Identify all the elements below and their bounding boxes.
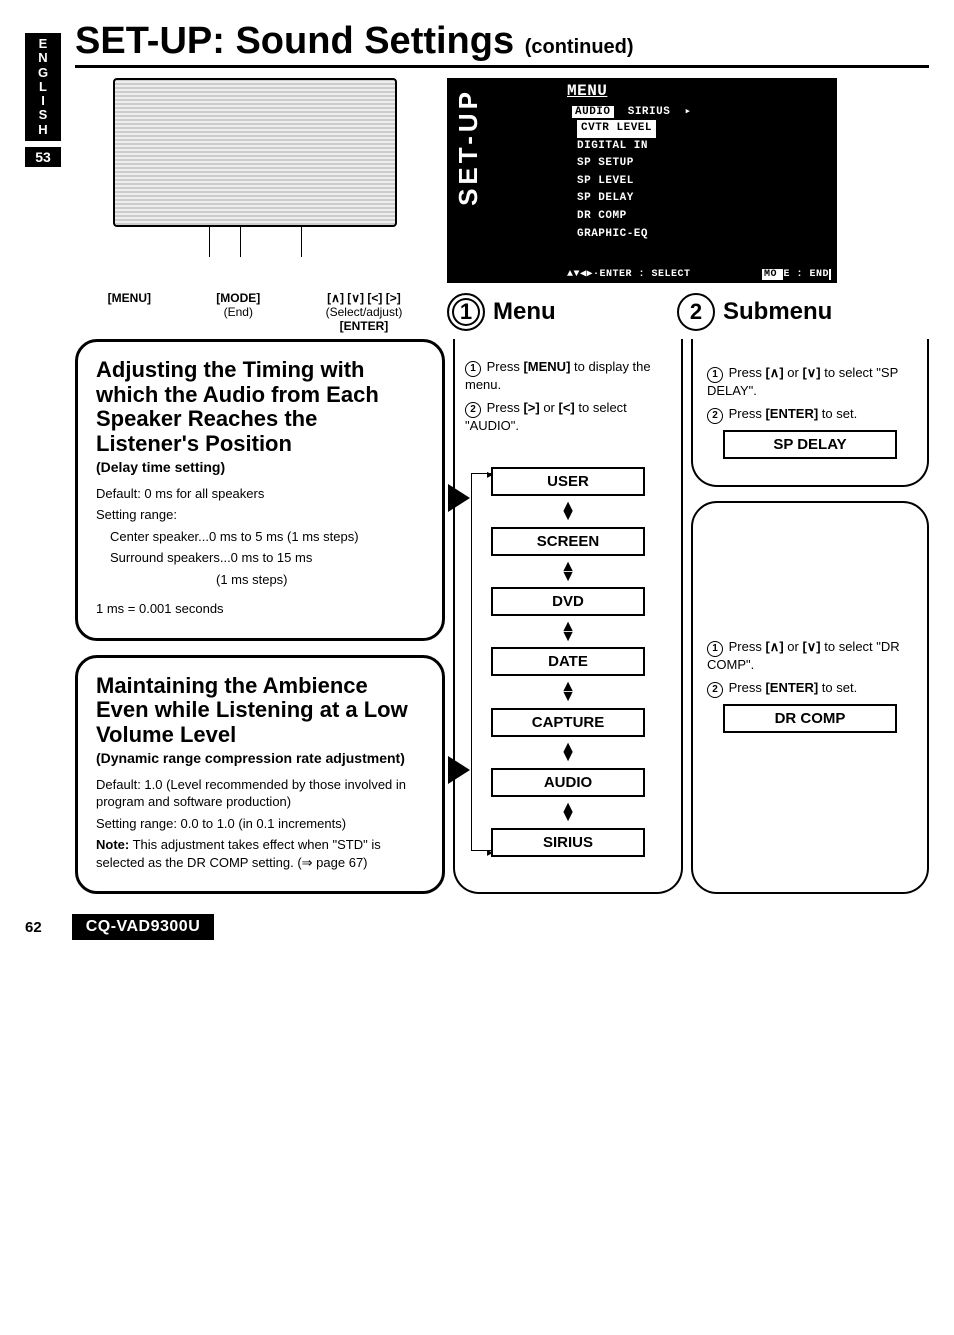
info-text: Setting range: (96, 506, 424, 524)
menu-option: AUDIO (491, 768, 645, 797)
updown-arrow-icon: ▲▼ (465, 622, 671, 641)
step-number-2-icon: 2 (677, 293, 715, 331)
onscreen-menu: SET-UP MENU AUDIO SIRIUS ▸ CVTR LEVEL DI… (447, 78, 837, 283)
step-text: 2 Press [>] or [<] to select "AUDIO". (465, 400, 671, 435)
step-number-1-icon: 1 (447, 293, 485, 331)
info-text: Center speaker...0 ms to 5 ms (1 ms step… (96, 528, 424, 546)
screen-menu-list: CVTR LEVEL DIGITAL IN SP SETUP SP LEVEL … (577, 120, 656, 243)
info-text: Setting range: 0.0 to 1.0 (in 0.1 increm… (96, 815, 424, 833)
step-text: 2 Press [ENTER] to set. (707, 406, 913, 424)
submenu-option-drcomp: DR COMP (723, 704, 897, 733)
screen-tabs: AUDIO SIRIUS ▸ (572, 104, 692, 118)
info-title-drcomp: Maintaining the Ambience Even while List… (96, 674, 424, 748)
step-text: 1 Press [∧] or [∨] to select "SP DELAY". (707, 365, 913, 400)
info-text: Surround speakers...0 ms to 15 ms (96, 549, 424, 567)
setup-vertical-label: SET-UP (453, 88, 484, 206)
updown-arrow-icon: ▲▼ (465, 562, 671, 581)
menu-option: DVD (491, 587, 645, 616)
info-subtitle-drcomp: (Dynamic range compression rate adjustme… (96, 750, 424, 766)
menu-item: DIGITAL IN (577, 140, 648, 152)
page-title: SET-UP: Sound Settings (continued) (75, 20, 634, 63)
info-note: Note: This adjustment takes effect when … (96, 836, 424, 871)
title-continued: (continued) (525, 36, 634, 58)
title-main: SET-UP: Sound Settings (75, 20, 514, 62)
info-text: Default: 1.0 (Level recommended by those… (96, 776, 424, 811)
step-text: 1 Press [∧] or [∨] to select "DR COMP". (707, 639, 913, 674)
info-subtitle-delay: (Delay time setting) (96, 459, 424, 475)
button-label-menu: [MENU] (108, 291, 151, 333)
step-text: 1 Press [MENU] to display the menu. (465, 359, 671, 394)
menu-flow-panel: 1 Press [MENU] to display the menu. 2 Pr… (453, 339, 683, 894)
screen-menu-title: MENU (567, 82, 607, 100)
step-text: 2 Press [ENTER] to set. (707, 680, 913, 698)
submenu-option-spdelay: SP DELAY (723, 430, 897, 459)
column-headings: 1 Menu 2 Submenu (447, 293, 929, 331)
menu-option: DATE (491, 647, 645, 676)
info-box-delay: Adjusting the Timing with which the Audi… (75, 339, 445, 641)
updown-arrow-icon: ▲▼ (465, 743, 671, 762)
language-label: E N G L I S H (25, 33, 61, 141)
menu-heading: Menu (493, 298, 556, 326)
submenu-heading: Submenu (723, 298, 832, 326)
info-title-delay: Adjusting the Timing with which the Audi… (96, 358, 424, 457)
menu-option: SCREEN (491, 527, 645, 556)
menu-item: SP SETUP (577, 157, 634, 169)
submenu-panel-spdelay: 1 Press [∧] or [∨] to select "SP DELAY".… (691, 339, 929, 487)
head-unit-image (113, 78, 397, 227)
model-number: CQ-VAD9300U (72, 914, 215, 940)
menu-item: SP LEVEL (577, 175, 634, 187)
info-text: 1 ms = 0.001 seconds (96, 600, 424, 618)
button-label-arrows: [∧] [∨] [<] [>](Select/adjust)[ENTER] (326, 291, 403, 333)
device-illustration: [MENU] [MODE](End) [∧] [∨] [<] [>](Selec… (75, 78, 435, 333)
tab-audio: AUDIO (572, 106, 614, 118)
menu-item: DR COMP (577, 210, 627, 222)
menu-option: SIRIUS (491, 828, 645, 857)
screen-footer-right: MO E : END (762, 269, 831, 280)
tab-sirius: SIRIUS (628, 106, 671, 118)
menu-option: CAPTURE (491, 708, 645, 737)
info-text: (1 ms steps) (96, 571, 424, 589)
page-number: 62 (25, 919, 42, 936)
updown-arrow-icon: ▲▼ (465, 682, 671, 701)
menu-item: GRAPHIC-EQ (577, 228, 648, 240)
page-header: SET-UP: Sound Settings (continued) (75, 20, 929, 68)
screen-footer-left: ▲▼◀▶·ENTER : SELECT (567, 268, 691, 280)
info-box-drcomp: Maintaining the Ambience Even while List… (75, 655, 445, 895)
menu-item-selected: CVTR LEVEL (577, 120, 656, 138)
language-sidebar: E N G L I S H 53 (25, 33, 61, 167)
submenu-panel-drcomp: 1 Press [∧] or [∨] to select "DR COMP". … (691, 501, 929, 895)
page-footer: 62 CQ-VAD9300U (25, 914, 929, 940)
info-text: Default: 0 ms for all speakers (96, 485, 424, 503)
updown-arrow-icon: ▲▼ (465, 502, 671, 521)
menu-item: SP DELAY (577, 192, 634, 204)
button-label-mode: [MODE](End) (216, 291, 260, 333)
side-page-number: 53 (25, 147, 61, 167)
menu-option: USER (491, 467, 645, 496)
updown-arrow-icon: ▲▼ (465, 803, 671, 822)
